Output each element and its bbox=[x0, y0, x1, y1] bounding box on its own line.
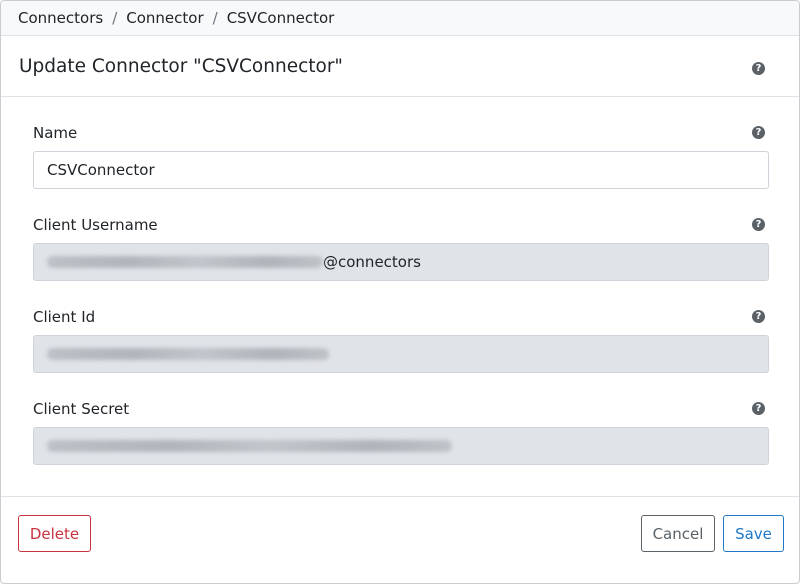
breadcrumb-separator: / bbox=[212, 9, 218, 27]
client-id-label: Client Id bbox=[33, 308, 96, 326]
question-circle-icon[interactable]: ? bbox=[752, 310, 765, 323]
name-input-value: CSVConnector bbox=[47, 161, 155, 179]
question-circle-icon[interactable]: ? bbox=[752, 402, 765, 415]
breadcrumb-item-connector[interactable]: Connector bbox=[126, 9, 203, 27]
name-input[interactable]: CSVConnector bbox=[33, 151, 769, 189]
question-circle-icon[interactable]: ? bbox=[752, 218, 765, 231]
cancel-button[interactable]: Cancel bbox=[641, 515, 715, 552]
update-connector-dialog: Connectors / Connector / CSVConnector Up… bbox=[0, 0, 800, 584]
client-id-field bbox=[33, 335, 769, 373]
page-title: Update Connector "CSVConnector" bbox=[19, 56, 343, 77]
save-button[interactable]: Save bbox=[723, 515, 784, 552]
breadcrumb-separator: / bbox=[112, 9, 118, 27]
breadcrumb-item-connectors[interactable]: Connectors bbox=[18, 9, 103, 27]
breadcrumb: Connectors / Connector / CSVConnector bbox=[1, 1, 799, 36]
client-username-field: @connectors bbox=[33, 243, 769, 281]
breadcrumb-item-current: CSVConnector bbox=[226, 9, 335, 27]
redacted-value bbox=[47, 256, 323, 268]
delete-button[interactable]: Delete bbox=[18, 515, 91, 552]
question-circle-icon[interactable]: ? bbox=[752, 126, 765, 139]
question-circle-icon[interactable]: ? bbox=[752, 62, 765, 75]
client-secret-field bbox=[33, 427, 769, 465]
client-username-label: Client Username bbox=[33, 216, 158, 234]
dialog-footer: Delete Cancel Save bbox=[1, 496, 799, 583]
redacted-value bbox=[47, 348, 329, 360]
client-username-suffix: @connectors bbox=[323, 253, 421, 271]
dialog-header: Update Connector "CSVConnector" ? bbox=[1, 36, 799, 97]
client-secret-label: Client Secret bbox=[33, 400, 130, 418]
redacted-value bbox=[47, 440, 452, 452]
name-label: Name bbox=[33, 124, 78, 142]
